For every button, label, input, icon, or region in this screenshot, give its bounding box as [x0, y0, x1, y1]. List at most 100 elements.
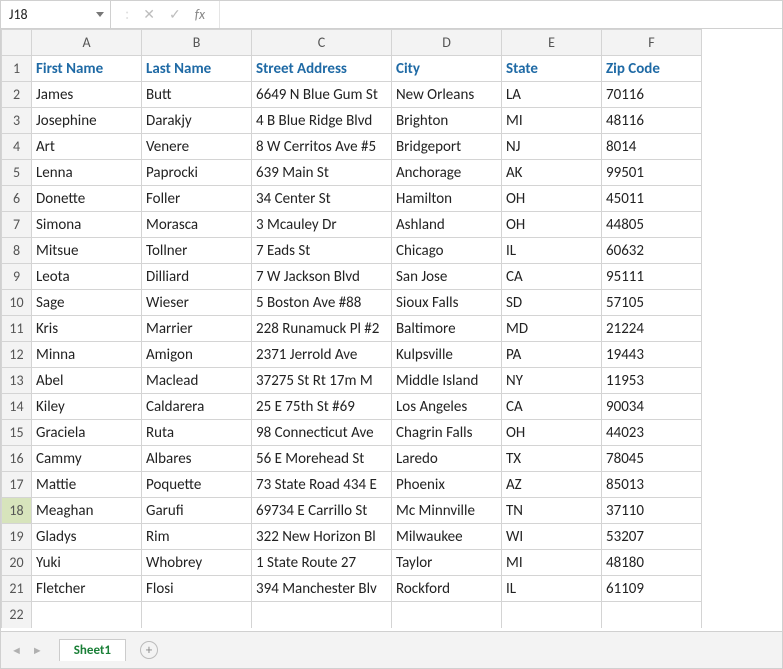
row-header[interactable]: 7	[2, 212, 32, 238]
cell[interactable]: 45011	[602, 186, 702, 212]
cell[interactable]: 37275 St Rt 17m M	[252, 368, 392, 394]
cell[interactable]: 8 W Cerritos Ave #5	[252, 134, 392, 160]
cell[interactable]: Darakjy	[142, 108, 252, 134]
cell[interactable]: Chicago	[392, 238, 502, 264]
cell[interactable]: PA	[502, 342, 602, 368]
cell[interactable]: Cammy	[32, 446, 142, 472]
cell[interactable]: Sioux Falls	[392, 290, 502, 316]
row-header[interactable]: 20	[2, 550, 32, 576]
row-header[interactable]: 10	[2, 290, 32, 316]
col-header-C[interactable]: C	[252, 30, 392, 56]
cell[interactable]: AK	[502, 160, 602, 186]
header-cell[interactable]: Street Address	[252, 56, 392, 82]
cell[interactable]: Donette	[32, 186, 142, 212]
cell[interactable]: TX	[502, 446, 602, 472]
cell[interactable]: 44023	[602, 420, 702, 446]
cell[interactable]: 11953	[602, 368, 702, 394]
row-header[interactable]: 4	[2, 134, 32, 160]
cell[interactable]: Brighton	[392, 108, 502, 134]
cell[interactable]	[142, 602, 252, 628]
cell[interactable]: 639 Main St	[252, 160, 392, 186]
cell[interactable]: 85013	[602, 472, 702, 498]
cell[interactable]: 37110	[602, 498, 702, 524]
cell[interactable]: 6649 N Blue Gum St	[252, 82, 392, 108]
cell[interactable]: Kris	[32, 316, 142, 342]
cell[interactable]: 3 Mcauley Dr	[252, 212, 392, 238]
cell[interactable]: 2371 Jerrold Ave	[252, 342, 392, 368]
sheet-tab-sheet1[interactable]: Sheet1	[59, 639, 126, 661]
cell[interactable]: 78045	[602, 446, 702, 472]
cell[interactable]	[32, 602, 142, 628]
row-header[interactable]: 3	[2, 108, 32, 134]
cell[interactable]: Albares	[142, 446, 252, 472]
name-box[interactable]: J18	[1, 1, 111, 28]
row-header[interactable]: 6	[2, 186, 32, 212]
cell[interactable]: 56 E Morehead St	[252, 446, 392, 472]
cell[interactable]: 322 New Horizon Bl	[252, 524, 392, 550]
cell[interactable]: Milwaukee	[392, 524, 502, 550]
cell[interactable]: IL	[502, 576, 602, 602]
cell[interactable]: Garufi	[142, 498, 252, 524]
header-cell[interactable]: State	[502, 56, 602, 82]
cell[interactable]: Maclead	[142, 368, 252, 394]
cell[interactable]: Amigon	[142, 342, 252, 368]
cell[interactable]: Middle Island	[392, 368, 502, 394]
row-header[interactable]: 17	[2, 472, 32, 498]
cell[interactable]: NY	[502, 368, 602, 394]
row-header[interactable]: 2	[2, 82, 32, 108]
cell[interactable]: Wieser	[142, 290, 252, 316]
cell[interactable]: 98 Connecticut Ave	[252, 420, 392, 446]
cell[interactable]: NJ	[502, 134, 602, 160]
cell[interactable]: WI	[502, 524, 602, 550]
row-header[interactable]: 19	[2, 524, 32, 550]
cell[interactable]: 8014	[602, 134, 702, 160]
cell[interactable]: MD	[502, 316, 602, 342]
cell[interactable]: LA	[502, 82, 602, 108]
spreadsheet-grid[interactable]: A B C D E F 1First NameLast NameStreet A…	[1, 29, 782, 631]
cell[interactable]: 4 B Blue Ridge Blvd	[252, 108, 392, 134]
row-header[interactable]: 5	[2, 160, 32, 186]
header-cell[interactable]: First Name	[32, 56, 142, 82]
cell[interactable]: Foller	[142, 186, 252, 212]
cell[interactable]: Bridgeport	[392, 134, 502, 160]
cell[interactable]: 44805	[602, 212, 702, 238]
cell[interactable]: Rockford	[392, 576, 502, 602]
cell[interactable]: Dilliard	[142, 264, 252, 290]
cell[interactable]: 70116	[602, 82, 702, 108]
cell[interactable]: New Orleans	[392, 82, 502, 108]
cell[interactable]: 95111	[602, 264, 702, 290]
cell[interactable]: 60632	[602, 238, 702, 264]
col-header-B[interactable]: B	[142, 30, 252, 56]
cell[interactable]: Taylor	[392, 550, 502, 576]
row-header[interactable]: 12	[2, 342, 32, 368]
row-header[interactable]: 14	[2, 394, 32, 420]
cell[interactable]: Fletcher	[32, 576, 142, 602]
sheet-nav-left-icon[interactable]: ◄	[11, 644, 22, 657]
row-header[interactable]: 16	[2, 446, 32, 472]
header-cell[interactable]: Zip Code	[602, 56, 702, 82]
col-header-E[interactable]: E	[502, 30, 602, 56]
add-sheet-button[interactable]: +	[140, 641, 158, 659]
cell[interactable]: CA	[502, 394, 602, 420]
cell[interactable]: 53207	[602, 524, 702, 550]
col-header-A[interactable]: A	[32, 30, 142, 56]
cell[interactable]: Los Angeles	[392, 394, 502, 420]
col-header-F[interactable]: F	[602, 30, 702, 56]
col-header-D[interactable]: D	[392, 30, 502, 56]
cell[interactable]: 34 Center St	[252, 186, 392, 212]
cell[interactable]: Anchorage	[392, 160, 502, 186]
row-header[interactable]: 21	[2, 576, 32, 602]
row-header[interactable]: 1	[2, 56, 32, 82]
cell[interactable]: 73 State Road 434 E	[252, 472, 392, 498]
cell[interactable]: Lenna	[32, 160, 142, 186]
cell[interactable]: Yuki	[32, 550, 142, 576]
cell[interactable]: SD	[502, 290, 602, 316]
cell[interactable]: OH	[502, 212, 602, 238]
cell[interactable]: 1 State Route 27	[252, 550, 392, 576]
cell[interactable]: 228 Runamuck Pl #2	[252, 316, 392, 342]
cell[interactable]: Mattie	[32, 472, 142, 498]
cell[interactable]: MI	[502, 108, 602, 134]
cell[interactable]: San Jose	[392, 264, 502, 290]
cell[interactable]: Sage	[32, 290, 142, 316]
cell[interactable]: TN	[502, 498, 602, 524]
